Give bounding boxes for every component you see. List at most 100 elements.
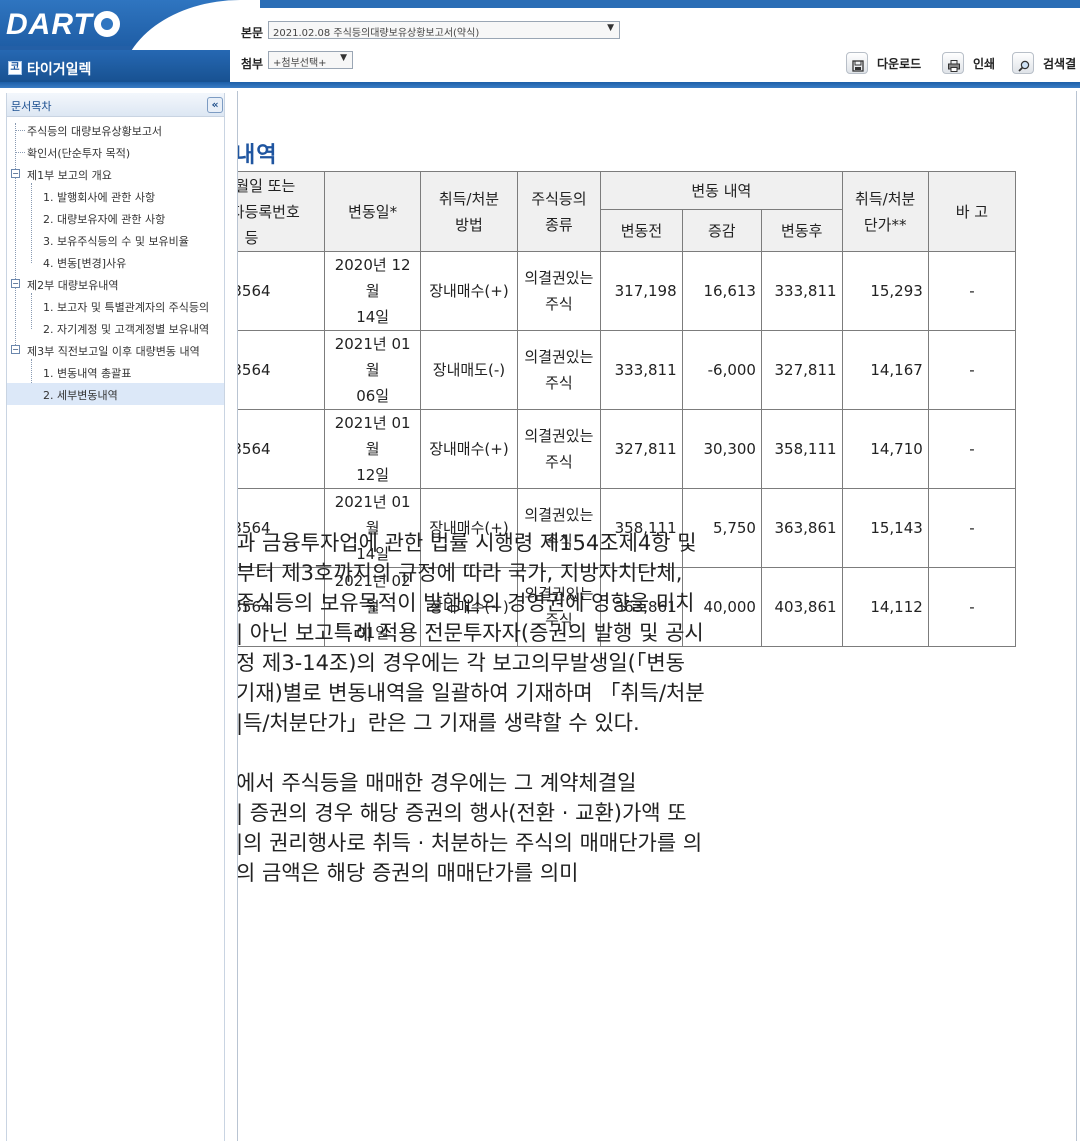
toc-item-label: 제1부 보고의 개요	[27, 169, 112, 182]
download-button[interactable]: 다운로드	[846, 52, 936, 74]
toc-item-label: 제3부 직전보고일 이후 대량변동 내역	[27, 345, 200, 358]
header-line: 생년월일 또는	[237, 176, 296, 195]
cell-after: 358,111	[760, 409, 843, 489]
toc-sidebar: 문서목차 « 주식등의 대량보유상황보고서 확인서(단순투자 목적) − 제1부 …	[6, 93, 225, 1141]
cell-line: 2021년 01월	[334, 414, 411, 458]
header-delta: 증감	[681, 209, 762, 252]
cell-line: 주식	[545, 374, 573, 392]
cell-remark: -	[927, 567, 1017, 647]
header-stock-type: 주식등의 종류	[516, 171, 602, 252]
header-line: 종류	[545, 215, 573, 234]
cell-after: 403,861	[760, 567, 843, 647]
cell-identifier: 3564	[238, 409, 325, 489]
toc-item-confirmation[interactable]: 확인서(단순투자 목적)	[7, 141, 224, 163]
header-line: 주식등의	[531, 189, 587, 208]
dart-logo-text: DART	[6, 8, 93, 41]
toc-item-label: 2. 자기계정 및 고객계정별 보유내역	[43, 323, 210, 336]
toc-item-part1[interactable]: − 제1부 보고의 개요	[7, 163, 224, 185]
footnote-line: 의 금액은 해당 증권의 매매단가를 의미	[237, 861, 579, 885]
magnifier-icon	[1012, 52, 1034, 74]
body-document-select[interactable]: 2021.02.08 주식등의대량보유상황보고서(약식) ▼	[268, 21, 620, 39]
search-result-label: 검색결	[1043, 57, 1077, 71]
header-remark: 바 고	[927, 171, 1017, 252]
toc-item-label: 4. 변동[변경]사유	[43, 257, 127, 270]
footnote-line: 기재)별로 변동내역을 일괄하여 기재하며 「취득/처분	[237, 681, 705, 705]
search-result-button[interactable]: 검색결	[1012, 52, 1080, 74]
cell-after: 363,861	[760, 488, 843, 568]
footnote-line: | 증권의 경우 해당 증권의 행사(전환 · 교환)가액 또	[237, 801, 687, 825]
footnote-line: 부터 제3호까지의 규정에 따라 국가, 지방자치단체,	[237, 561, 683, 585]
cell-remark: -	[927, 488, 1017, 568]
cell-delta: -6,000	[681, 330, 762, 410]
header-change-group: 변동 내역	[600, 171, 843, 210]
globe-icon	[93, 11, 120, 37]
toc-item-change-summary[interactable]: 1. 변동내역 총괄표	[7, 361, 224, 383]
cell-method: 장내매수(+)	[420, 409, 518, 489]
footnote-line: |득/처분단가」란은 그 기재를 생략할 수 있다.	[237, 711, 640, 735]
toc-item-label: 1. 발행회사에 관한 사항	[43, 191, 156, 204]
cell-method: 장내매도(-)	[420, 330, 518, 410]
footnote-line: 주식등의 보유목적이 발행인의 경영권에 영향을 미치	[237, 591, 695, 615]
toc-item-label: 2. 세부변동내역	[43, 389, 118, 402]
section-title: 내역	[237, 143, 278, 168]
header-after: 변동후	[760, 209, 843, 252]
cell-method: 장내매수(+)	[420, 251, 518, 331]
toc-item-label: 3. 보유주식등의 수 및 보유비율	[43, 235, 189, 248]
company-name: 타이거일렉	[27, 62, 92, 78]
toc-item-holdings-ratio[interactable]: 3. 보유주식등의 수 및 보유비율	[7, 229, 224, 251]
attachment-select[interactable]: +첨부선택+ ▼	[268, 51, 353, 69]
collapse-toggle-icon[interactable]: −	[11, 345, 20, 354]
cell-delta: 16,613	[681, 251, 762, 331]
toc-item-account-holdings[interactable]: 2. 자기계정 및 고객계정별 보유내역	[7, 317, 224, 339]
cell-change-date: 2020년 12월 14일	[323, 251, 422, 331]
footnote-line: | 아닌 보고특례 적용 전문투자자(증권의 발행 및 공시	[237, 621, 704, 645]
header-identifier: 생년월일 또는 사업자등록번호 등	[237, 171, 325, 252]
download-icon	[846, 52, 868, 74]
toc-item-label: 1. 보고자 및 특별관계자의 주식등의	[43, 301, 210, 314]
collapse-toggle-icon[interactable]: −	[11, 279, 20, 288]
attach-label: 첨부	[241, 57, 264, 71]
toc-item-change-reason[interactable]: 4. 변동[변경]사유	[7, 251, 224, 273]
collapse-sidebar-button[interactable]: «	[207, 97, 223, 113]
toc-item-report[interactable]: 주식등의 대량보유상황보고서	[7, 119, 224, 141]
toc-item-reporter-stocks[interactable]: 1. 보고자 및 특별관계자의 주식등의	[7, 295, 224, 317]
header: DART 코 타이거일렉 본문 2021.02.08 주식등의대량보유상황보고서…	[0, 0, 1080, 88]
header-line: 사업자등록번호	[238, 202, 300, 221]
print-label: 인쇄	[973, 57, 996, 71]
toc-item-label: 1. 변동내역 총괄표	[43, 367, 132, 380]
cell-line: 2020년 12월	[334, 256, 411, 300]
toc-item-part3[interactable]: − 제3부 직전보고일 이후 대량변동 내역	[7, 339, 224, 361]
cell-unit-price: 15,143	[841, 488, 929, 568]
cell-unit-price: 14,112	[841, 567, 929, 647]
table-row: 3564 2021년 01월 06일 장내매도(-) 의결권있는주식 333,81…	[238, 330, 1017, 410]
cell-identifier: 3564	[238, 330, 325, 410]
header-line: 등	[244, 228, 259, 247]
cell-line: 12일	[356, 466, 390, 484]
dart-logo[interactable]: DART	[6, 8, 120, 42]
toc-item-holder[interactable]: 2. 대량보유자에 관한 사항	[7, 207, 224, 229]
cell-line: 2021년 01월	[334, 335, 411, 379]
toc-item-detail-changes[interactable]: 2. 세부변동내역	[7, 383, 224, 405]
header-method: 취득/처분 방법	[420, 171, 518, 252]
header-line: 취득/처분	[855, 189, 916, 208]
toc-item-label: 제2부 대량보유내역	[27, 279, 119, 292]
table-row: 3564 2020년 12월 14일 장내매수(+) 의결권있는주식 317,19…	[238, 251, 1017, 331]
body-label: 본문	[241, 26, 264, 40]
cell-line: 주식	[545, 453, 573, 471]
toc-item-part2[interactable]: − 제2부 대량보유내역	[7, 273, 224, 295]
toc-item-issuer[interactable]: 1. 발행회사에 관한 사항	[7, 185, 224, 207]
cell-delta: 30,300	[681, 409, 762, 489]
cell-line: 06일	[356, 387, 390, 405]
cell-remark: -	[927, 251, 1017, 331]
toc-item-label: 주식등의 대량보유상황보고서	[27, 125, 163, 138]
cell-remark: -	[927, 409, 1017, 489]
attachment-select-value: +첨부선택+	[273, 58, 327, 69]
toc-title: 문서목차	[11, 100, 52, 113]
table-row: 3564 2021년 01월 12일 장내매수(+) 의결권있는주식 327,81…	[238, 409, 1017, 489]
collapse-toggle-icon[interactable]: −	[11, 169, 20, 178]
cell-before: 327,811	[600, 409, 683, 489]
header-before: 변동전	[600, 209, 683, 252]
print-button[interactable]: 인쇄	[942, 52, 1004, 74]
document-viewer[interactable]: 내역 생년월일 또는 사업자등록번호 등 변동일* 취득/처분 방법 주식등의	[237, 91, 1077, 1141]
cell-line: 주식	[545, 295, 573, 313]
